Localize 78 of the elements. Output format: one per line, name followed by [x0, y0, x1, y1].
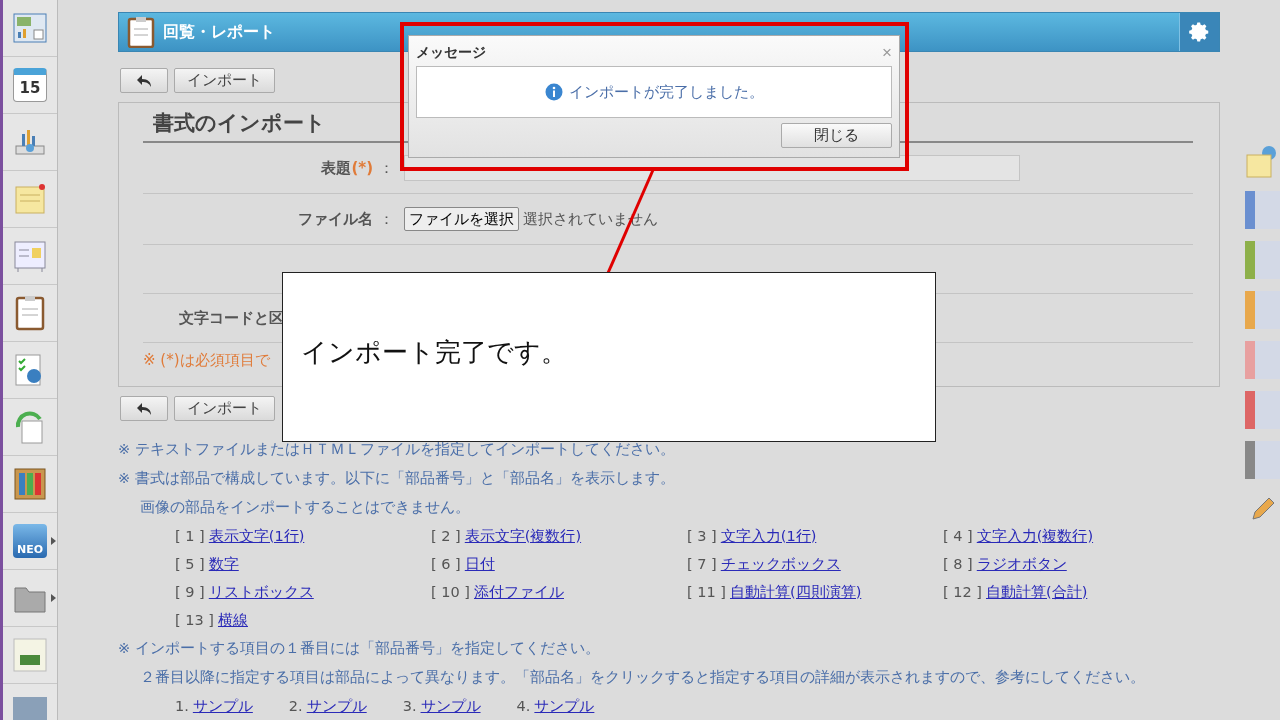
side-tab[interactable]: [1245, 391, 1280, 429]
part-number: [ 1 ]: [175, 528, 205, 544]
logo-icon: [12, 637, 48, 673]
clipboard-icon: [127, 16, 155, 48]
field-label: ファイル名: [297, 209, 373, 229]
label-colon: ：: [379, 209, 394, 229]
part-link[interactable]: 添付ファイル: [474, 582, 564, 602]
dashboard-icon: [12, 10, 48, 46]
side-tab[interactable]: [1245, 191, 1280, 229]
part-link[interactable]: ラジオボタン: [976, 554, 1067, 574]
dialog-title: メッセージ: [416, 44, 486, 62]
back-button[interactable]: [120, 68, 168, 93]
photo-placeholder: [13, 697, 47, 720]
part-link[interactable]: チェックボックス: [720, 554, 841, 574]
submenu-caret-icon: [51, 594, 56, 602]
sample-number: 4.: [516, 698, 531, 714]
choose-file-button[interactable]: ファイルを選択: [404, 207, 519, 231]
part-number: [ 8 ]: [943, 556, 973, 572]
part-link[interactable]: 横線: [218, 610, 248, 630]
part-number: [ 11 ]: [687, 584, 726, 600]
part-number: [ 7 ]: [687, 556, 717, 572]
field-label: 文字コードと区: [178, 308, 284, 328]
part-link[interactable]: 数字: [208, 554, 239, 574]
submenu-caret-icon: [51, 537, 56, 545]
sample-number: 3.: [402, 698, 417, 714]
side-tab[interactable]: [1245, 241, 1280, 279]
note-text: ２番目以降に指定する項目は部品によって異なります。「部品名」をクリックすると指定する項目の詳細が表示されますので、参考にしてください。: [140, 668, 1145, 687]
note-text: ※ テキストファイルまたはＨＴＭＬファイルを指定してインポートしてください。: [118, 440, 675, 459]
back-arrow-icon: [136, 401, 152, 416]
sample-link[interactable]: サンプル: [306, 696, 367, 716]
note-icon[interactable]: [1245, 145, 1277, 179]
settings-button[interactable]: [1179, 13, 1219, 51]
part-number: [ 2 ]: [431, 528, 461, 544]
part-number: [ 6 ]: [431, 556, 461, 572]
side-tab[interactable]: [1245, 441, 1280, 479]
settings-icon: [1188, 21, 1211, 43]
note-text: ※ インポートする項目の１番目には「部品番号」を指定してください。: [118, 639, 600, 658]
import-button[interactable]: インポート: [174, 396, 275, 421]
info-icon: [544, 83, 563, 101]
close-dialog-button[interactable]: 閉じる: [781, 123, 892, 148]
part-link[interactable]: 文字入力(1行): [720, 526, 817, 546]
sample-link[interactable]: サンプル: [420, 696, 481, 716]
part-number: [ 12 ]: [943, 584, 982, 600]
board-icon: [12, 238, 48, 274]
part-number: [ 13 ]: [175, 612, 214, 628]
part-link[interactable]: 表示文字(1行): [208, 526, 305, 546]
calendar-icon: 15: [13, 68, 47, 102]
part-link[interactable]: 文字入力(複数行): [976, 526, 1094, 546]
callout-text: インポート完了です。: [301, 335, 567, 369]
part-link[interactable]: リストボックス: [208, 582, 314, 602]
back-arrow-icon: [136, 73, 152, 88]
field-label: 表題(*): [320, 158, 373, 178]
note-text: 画像の部品をインポートすることはできません。: [140, 498, 470, 517]
required-note: ※ (*)は必須項目で: [143, 351, 270, 370]
back-button[interactable]: [120, 396, 168, 421]
part-number: [ 5 ]: [175, 556, 205, 572]
note-text: ※ 書式は部品で構成しています。以下に「部品番号」と「部品名」を表示します。: [118, 469, 675, 488]
binders-icon: [12, 466, 48, 502]
import-button[interactable]: インポート: [174, 68, 275, 93]
note-icon: [12, 181, 48, 217]
part-number: [ 3 ]: [687, 528, 717, 544]
page-title: 回覧・レポート: [163, 21, 275, 43]
part-link[interactable]: 自動計算(四則演算): [730, 582, 862, 602]
sample-link[interactable]: サンプル: [534, 696, 595, 716]
sample-number: 2.: [288, 698, 303, 714]
part-number: [ 10 ]: [431, 584, 470, 600]
part-link[interactable]: 自動計算(合計): [986, 582, 1088, 602]
dialog-message: インポートが完了しました。: [568, 82, 764, 102]
side-tab[interactable]: [1245, 291, 1280, 329]
sample-link[interactable]: サンプル: [192, 696, 253, 716]
label-colon: ：: [379, 158, 394, 178]
part-link[interactable]: 表示文字(複数行): [464, 526, 582, 546]
part-number: [ 9 ]: [175, 584, 205, 600]
sample-number: 1.: [175, 698, 189, 714]
part-number: [ 4 ]: [943, 528, 973, 544]
neo-icon: NEO: [13, 524, 47, 558]
part-link[interactable]: 日付: [464, 554, 495, 574]
side-tab[interactable]: [1245, 341, 1280, 379]
